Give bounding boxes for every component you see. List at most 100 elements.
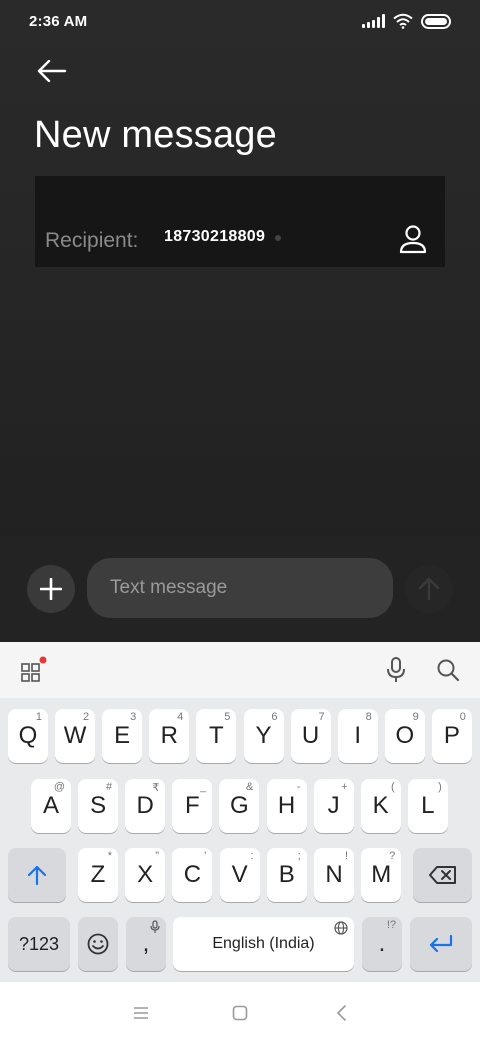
period-key-label: . xyxy=(378,930,386,957)
key-hint: 6 xyxy=(271,711,278,723)
key-h[interactable]: -H xyxy=(266,779,307,833)
apps-button[interactable] xyxy=(15,653,49,687)
home-square-icon xyxy=(232,1005,248,1021)
key-hint: 8 xyxy=(365,711,372,723)
period-key[interactable]: !? . xyxy=(362,917,402,971)
key-o[interactable]: 9O xyxy=(384,709,425,763)
key-label: W xyxy=(63,722,87,749)
key-j[interactable]: + J xyxy=(313,779,354,833)
key-hint: # xyxy=(105,781,113,793)
key-label: B xyxy=(278,861,295,888)
status-icons xyxy=(362,13,451,29)
key-label: T xyxy=(209,722,224,749)
signal-icon xyxy=(362,14,385,28)
key-e[interactable]: 3E xyxy=(102,709,143,763)
mic-small-icon xyxy=(150,920,160,933)
key-t[interactable]: 5T xyxy=(196,709,237,763)
key-f[interactable]: _ F xyxy=(172,779,213,833)
key-hint: 1 xyxy=(35,711,42,723)
key-c[interactable]: ' C xyxy=(172,848,213,902)
keyboard-search-button[interactable] xyxy=(431,653,465,687)
contact-person-icon xyxy=(399,225,427,254)
period-key-hint: !? xyxy=(386,919,396,931)
attach-button[interactable] xyxy=(27,565,75,613)
key-label: V xyxy=(231,861,248,888)
back-chevron-icon xyxy=(336,1005,346,1021)
key-label: K xyxy=(372,792,389,819)
key-d[interactable]: ₹ D xyxy=(125,779,166,833)
space-key-label: English (India) xyxy=(212,935,315,952)
key-x[interactable]: " X xyxy=(125,848,166,902)
key-s[interactable]: # S xyxy=(78,779,119,833)
key-hint: - xyxy=(296,781,301,793)
shift-key[interactable] xyxy=(8,848,66,902)
key-hint: + xyxy=(341,781,348,793)
voice-input-button[interactable] xyxy=(379,653,413,687)
key-p[interactable]: 0P xyxy=(431,709,472,763)
text-message-placeholder: Text message xyxy=(110,577,228,598)
choose-contact-button[interactable] xyxy=(397,222,429,256)
recents-button[interactable] xyxy=(129,1001,153,1025)
key-hint: ? xyxy=(389,850,396,862)
key-k[interactable]: (K xyxy=(360,779,401,833)
key-label: J xyxy=(327,792,340,819)
status-bar: 2:36 AM xyxy=(0,0,480,44)
key-n[interactable]: ! N xyxy=(314,848,354,902)
key-v[interactable]: :V xyxy=(219,848,260,902)
key-hint: 7 xyxy=(318,711,325,723)
recipient-field[interactable]: Recipient: 18730218809 xyxy=(35,176,445,267)
key-i[interactable]: 8I xyxy=(337,709,378,763)
key-hint: ( xyxy=(391,781,395,793)
key-hint: 3 xyxy=(130,711,137,723)
key-b[interactable]: ; B xyxy=(266,848,307,902)
key-z[interactable]: * Z xyxy=(78,848,118,902)
recipient-value[interactable]: 18730218809 xyxy=(164,228,265,246)
key-a[interactable]: @ A xyxy=(31,779,71,833)
comma-key[interactable]: , xyxy=(126,917,166,971)
key-label: P xyxy=(443,722,460,749)
emoji-key[interactable] xyxy=(78,917,118,971)
key-label: Y xyxy=(255,722,272,749)
key-label: A xyxy=(42,792,59,819)
key-hint: 5 xyxy=(224,711,231,723)
key-hint: 9 xyxy=(412,711,419,723)
key-label: F xyxy=(184,792,200,819)
keyboard-toolbar xyxy=(0,642,480,698)
key-hint: & xyxy=(246,781,254,793)
key-label: S xyxy=(90,792,107,819)
key-hint: @ xyxy=(53,781,65,793)
nav-back-button[interactable] xyxy=(329,1001,353,1025)
key-label: Z xyxy=(90,861,106,888)
key-label: M xyxy=(371,861,392,888)
enter-key[interactable] xyxy=(410,917,472,971)
key-label: H xyxy=(277,792,296,819)
key-y[interactable]: 6Y xyxy=(243,709,284,763)
key-label: I xyxy=(354,722,362,749)
key-hint: ) xyxy=(438,781,442,793)
text-message-input[interactable]: Text message xyxy=(87,558,393,618)
backspace-key[interactable] xyxy=(413,848,472,902)
key-u[interactable]: 7U xyxy=(290,709,331,763)
key-hint: : xyxy=(250,850,254,862)
key-r[interactable]: 4R xyxy=(149,709,190,763)
key-m[interactable]: ? M xyxy=(361,848,402,902)
key-w[interactable]: 2W xyxy=(55,709,96,763)
shift-arrow-icon xyxy=(27,865,47,886)
symbols-key[interactable]: ?123 xyxy=(8,917,70,971)
send-button[interactable] xyxy=(405,565,453,613)
key-hint: 2 xyxy=(82,711,90,723)
key-label: Q xyxy=(18,722,38,749)
space-key[interactable]: English (India) xyxy=(173,917,354,971)
key-label: C xyxy=(183,861,202,888)
keyboard: 1Q2W3E4R5T6Y7U8I9O0P @ A # S ₹ D _ F & G - H + J(K) L … xyxy=(0,642,480,982)
compose-bar: Text message xyxy=(0,536,480,642)
home-button[interactable] xyxy=(228,1001,252,1025)
symbols-key-label: ?123 xyxy=(18,933,60,954)
key-q[interactable]: 1Q xyxy=(8,709,48,763)
back-button[interactable] xyxy=(32,54,72,88)
globe-icon xyxy=(334,921,348,935)
key-g[interactable]: & G xyxy=(219,779,260,833)
key-label: R xyxy=(160,722,178,749)
page-title: New message xyxy=(34,114,277,156)
key-l[interactable]: ) L xyxy=(407,779,448,833)
